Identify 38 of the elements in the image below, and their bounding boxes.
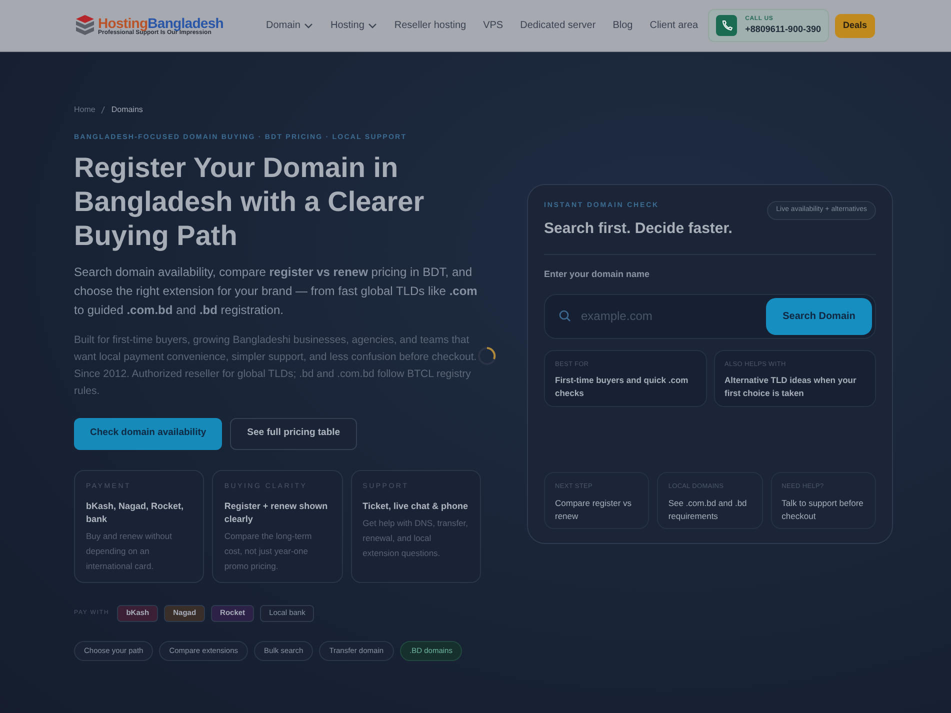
loading-spinner-icon [477, 346, 497, 366]
nav-link[interactable]: VPS [483, 18, 504, 33]
cube-logo-icon [76, 14, 94, 36]
phone-icon [716, 15, 738, 36]
slash-icon [101, 106, 106, 114]
card-title: bKash, Nagad, Rocket, bank [86, 500, 185, 526]
search-icon [559, 310, 571, 322]
search-domain-button[interactable]: Search Domain [766, 298, 872, 334]
nav-link[interactable]: Client area [650, 18, 698, 33]
card-title: Search first. Decide faster. [544, 218, 732, 238]
nav-link[interactable]: Dedicated server [520, 18, 596, 33]
step-text: Talk to support before checkout [782, 496, 864, 523]
nav-link[interactable]: Reseller hosting [394, 18, 466, 33]
field-label: Enter your domain name [544, 268, 651, 281]
breadcrumb-current: Domains [111, 104, 143, 116]
page-headline: Register Your Domain in Bangladesh with a Clearer Buying Path [74, 150, 426, 252]
card-title: Register + renew shown clearly [224, 500, 329, 526]
nav-link[interactable]: Domain [266, 18, 314, 33]
info-text: Alternative TLD ideas when your first choice is taken [724, 374, 858, 400]
breadcrumb-link[interactable]: Home [74, 104, 96, 116]
check-availability-button[interactable]: Check domain availability [74, 418, 222, 450]
pricing-table-button[interactable]: See full pricing table [230, 418, 358, 450]
card-text: Buy and renew without depending on an international card. [86, 530, 173, 573]
card-text: Get help with DNS, transfer, renewal, and local extension questions. [362, 517, 469, 560]
description-paragraph: Built for first-time buyers, growing Bangladeshi businesses, agencies, and teams that want local payment convenience, simpler support, and less confusion before checkout. Since 2012. Authorized reseller for global TLDs; .bd and .com.bd follow BTCL registry rules. [74, 332, 478, 398]
deals-button[interactable]: Deals [834, 14, 875, 38]
info-text: First-time buyers and quick .com checks [555, 374, 690, 400]
step-text: See .com.bd and .bd requirements [668, 496, 748, 523]
card-title: Ticket, live chat & phone [362, 500, 469, 513]
chevron-down-icon [368, 22, 378, 28]
card-text: Compare the long-term cost, not just year-one promo pricing. [224, 530, 313, 573]
chevron-down-icon [304, 22, 314, 28]
phone-number: +8809611-900-390 [745, 24, 821, 35]
lead-paragraph: Search domain availability, compare register vs renew pricing in BDT, and choose the right extension for your brand — from fast global TLDs like .com to guided .com.bd and .bd registration. [74, 264, 478, 318]
nav-link[interactable]: Hosting [330, 18, 378, 33]
step-text: Compare register vs renew [555, 496, 633, 523]
brand-name[interactable]: HostingBangladesh [98, 16, 224, 30]
nav-link[interactable]: Blog [612, 18, 633, 33]
